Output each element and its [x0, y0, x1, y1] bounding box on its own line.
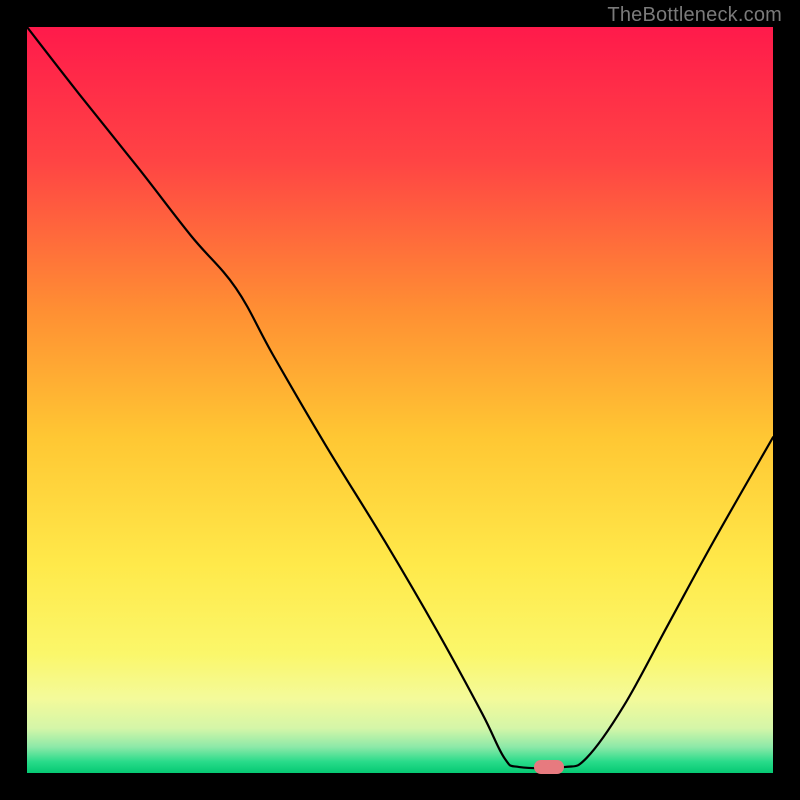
plot-area [27, 27, 773, 773]
chart-frame: TheBottleneck.com [0, 0, 800, 800]
bottleneck-curve [27, 27, 773, 773]
optimal-point-marker [534, 760, 564, 774]
watermark-text: TheBottleneck.com [607, 4, 782, 27]
